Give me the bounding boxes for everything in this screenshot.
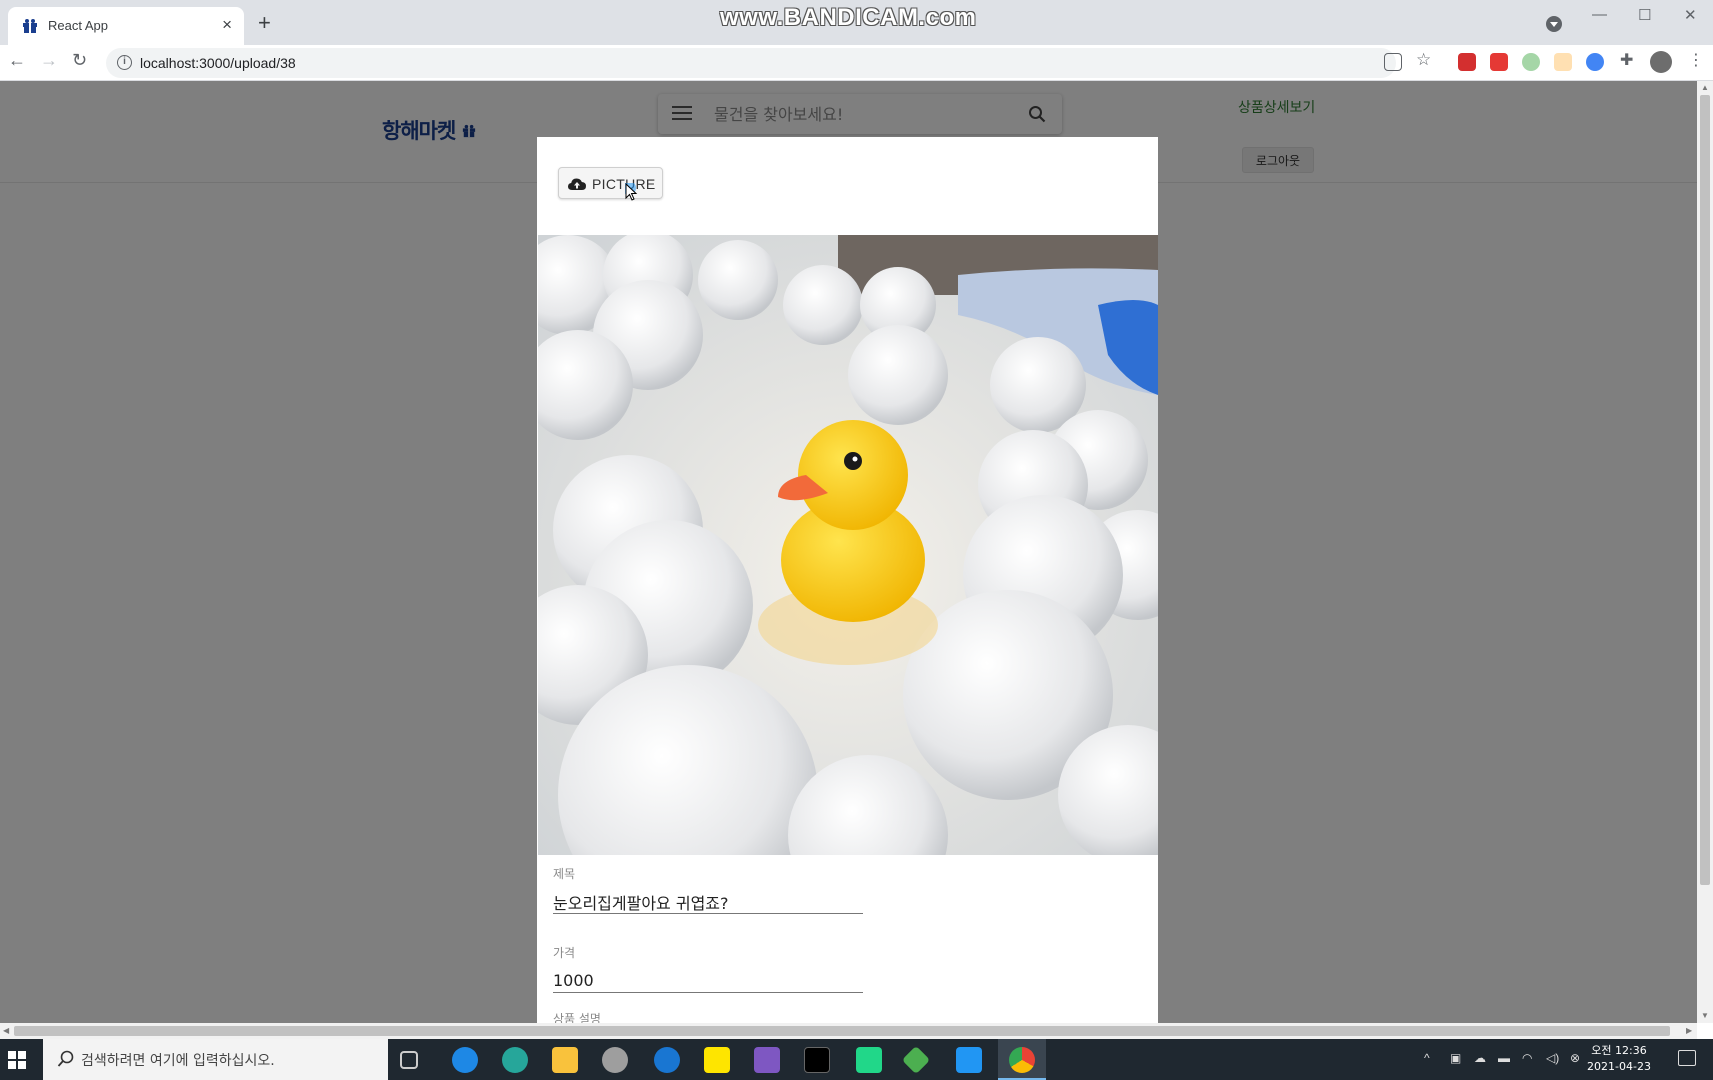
volume-icon[interactable]: ◁) — [1546, 1051, 1559, 1065]
tab-search-icon[interactable] — [1546, 16, 1562, 32]
cloud-upload-icon — [568, 178, 586, 190]
close-window-button[interactable]: ✕ — [1684, 6, 1697, 24]
clock-date: 2021-04-23 — [1587, 1060, 1651, 1073]
product-image — [538, 235, 1158, 855]
browser-toolbar: ← → ↻ i localhost:3000/upload/38 ☆ ✚ ⋮ — [0, 45, 1713, 81]
mouse-cursor-icon — [625, 183, 638, 201]
minimize-button[interactable]: — — [1592, 6, 1607, 23]
description-label: 상품 설명 — [553, 1012, 601, 1023]
translate-icon[interactable] — [1384, 53, 1402, 71]
vertical-scrollbar[interactable]: ▲ ▼ — [1697, 81, 1713, 1023]
extension-icon[interactable] — [1586, 53, 1604, 71]
reload-button[interactable]: ↻ — [72, 50, 87, 71]
price-input[interactable] — [553, 969, 863, 993]
wifi-icon[interactable]: ◠ — [1522, 1051, 1532, 1065]
upload-button-label: PICTURE — [592, 176, 656, 192]
scrollbar-thumb[interactable] — [14, 1026, 1670, 1036]
windows-taskbar: 검색하려면 여기에 입력하십시오. ^ ▣ ☁ ▬ ◠ ◁) ⊗ 오전 12:3… — [0, 1039, 1713, 1080]
title-input[interactable] — [553, 890, 863, 914]
title-label: 제목 — [553, 867, 576, 881]
tab-title: React App — [48, 18, 108, 33]
new-tab-button[interactable]: + — [258, 12, 271, 34]
horizontal-scrollbar[interactable]: ◀ ▶ — [0, 1023, 1697, 1039]
battery-icon[interactable]: ▬ — [1498, 1051, 1510, 1065]
app-icon[interactable] — [602, 1047, 628, 1073]
upload-modal: PICTURE 제목 눈오리집게팔아요 귀엽죠? 가격 1000 상품 설명 — [537, 137, 1158, 1023]
bookmark-star-icon[interactable]: ☆ — [1416, 50, 1434, 69]
close-tab-icon[interactable]: × — [222, 15, 232, 35]
back-button[interactable]: ← — [8, 50, 26, 71]
scroll-up-arrow[interactable]: ▲ — [1701, 83, 1709, 92]
kakaotalk-icon[interactable] — [704, 1047, 730, 1073]
search-icon — [57, 1050, 74, 1067]
url-text: localhost:3000/upload/38 — [140, 55, 296, 71]
browser-tab[interactable]: React App × — [8, 7, 244, 45]
puzzle-icon[interactable]: ✚ — [1620, 50, 1638, 69]
windows-start-icon[interactable] — [8, 1051, 26, 1069]
task-view-icon[interactable] — [400, 1051, 418, 1069]
taskbar-chrome-active[interactable] — [998, 1039, 1046, 1080]
description-field: 상품 설명 — [553, 1010, 863, 1023]
pycharm-icon[interactable] — [856, 1047, 882, 1073]
file-explorer-icon[interactable] — [552, 1047, 578, 1073]
ime-icon[interactable]: ⊗ — [1570, 1051, 1580, 1065]
tab-strip: React App × + www.BANDICAM.com — ☐ ✕ — [0, 0, 1713, 45]
title-field: 제목 — [553, 865, 863, 914]
edge-icon[interactable] — [502, 1047, 528, 1073]
clock-time: 오전 12:36 — [1591, 1044, 1647, 1057]
gift-icon — [23, 19, 37, 33]
tray-expand-icon[interactable]: ^ — [1424, 1051, 1430, 1065]
internet-explorer-icon[interactable] — [452, 1047, 478, 1073]
upload-picture-button[interactable]: PICTURE — [558, 167, 663, 199]
taskbar-search-box[interactable]: 검색하려면 여기에 입력하십시오. — [43, 1039, 388, 1080]
page-viewport: 항해마켓 상품상세보기 로그아웃 P — [0, 81, 1697, 1023]
address-bar[interactable]: i localhost:3000/upload/38 — [106, 48, 1396, 78]
site-info-icon[interactable]: i — [117, 55, 132, 70]
sourcetree-icon[interactable] — [901, 1045, 931, 1075]
maximize-button[interactable]: ☐ — [1638, 6, 1651, 24]
price-field: 가격 — [553, 944, 863, 993]
intellij-icon[interactable] — [804, 1047, 830, 1073]
visual-studio-icon[interactable] — [754, 1047, 780, 1073]
price-label: 가격 — [553, 946, 576, 960]
pdf-extension-icon[interactable] — [1458, 53, 1476, 71]
notification-center-icon[interactable] — [1678, 1050, 1696, 1066]
teamviewer-icon[interactable] — [654, 1047, 680, 1073]
scrollbar-thumb[interactable] — [1700, 95, 1710, 885]
onedrive-icon[interactable]: ☁ — [1474, 1051, 1486, 1065]
menu-dots-icon[interactable]: ⋮ — [1688, 50, 1706, 69]
tray-app-icon[interactable]: ▣ — [1450, 1051, 1461, 1065]
extension-icon[interactable] — [1522, 53, 1540, 71]
avatar[interactable] — [1650, 51, 1672, 73]
scroll-left-arrow[interactable]: ◀ — [3, 1026, 9, 1035]
extension-icon[interactable] — [1490, 53, 1508, 71]
system-clock[interactable]: 오전 12:36 2021-04-23 — [1584, 1043, 1654, 1075]
forward-button[interactable]: → — [40, 50, 58, 71]
vscode-icon[interactable] — [956, 1047, 982, 1073]
taskbar-search-placeholder: 검색하려면 여기에 입력하십시오. — [81, 1053, 275, 1069]
chrome-icon — [1009, 1047, 1035, 1073]
scroll-right-arrow[interactable]: ▶ — [1686, 1026, 1692, 1035]
extension-icon[interactable] — [1554, 53, 1572, 71]
scroll-down-arrow[interactable]: ▼ — [1701, 1011, 1709, 1020]
recording-watermark: www.BANDICAM.com — [720, 4, 977, 31]
